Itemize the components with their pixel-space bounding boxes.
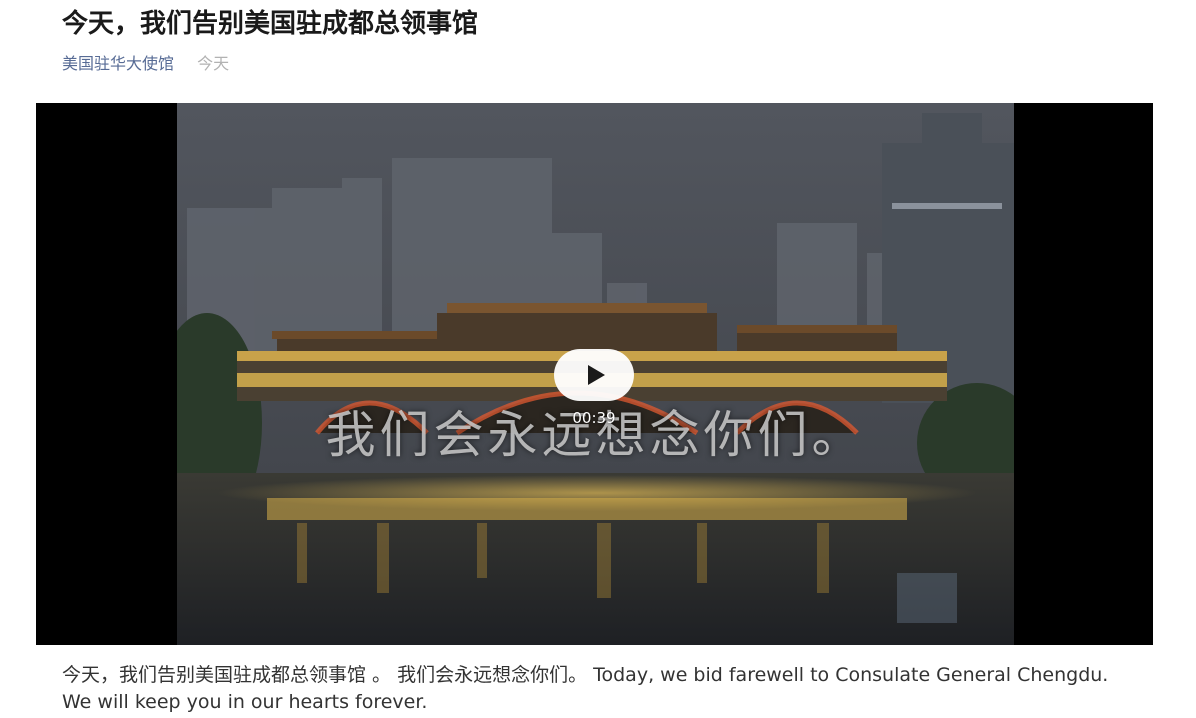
play-button[interactable] [554,349,634,401]
publish-date: 今天 [197,54,230,73]
article-title: 今天，我们告别美国驻成都总领事馆 [62,9,479,39]
article-body-text: 今天，我们告别美国驻成都总领事馆 。 我们会永远想念你们。 Today, we … [62,664,1109,713]
account-name-link[interactable]: 美国驻华大使馆 [62,54,174,73]
article-meta: 美国驻华大使馆 今天 [62,53,229,75]
video-duration: 00:39 [572,409,616,427]
play-icon [588,365,605,385]
video-player[interactable]: 我们会永远想念你们。 00:39 [36,103,1153,645]
